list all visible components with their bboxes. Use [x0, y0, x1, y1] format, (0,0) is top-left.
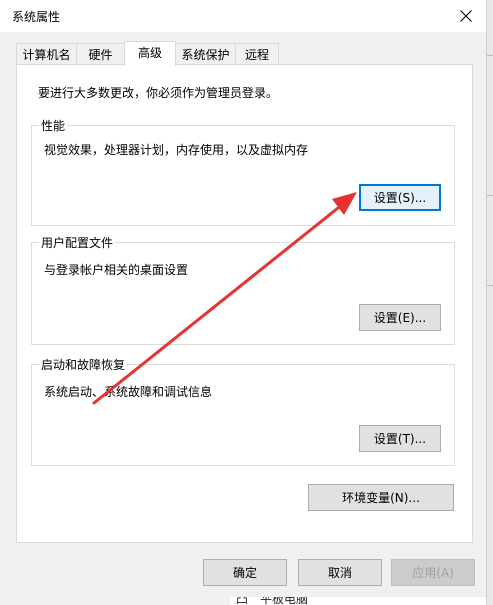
advanced-tab-panel: 要进行大多数更改，你必须作为管理员登录。 性能 视觉效果，处理器计划，内存使用，… — [16, 64, 473, 543]
background-divider — [486, 55, 493, 56]
background-divider — [486, 195, 493, 196]
startup-recovery-title: 启动和故障恢复 — [39, 356, 128, 373]
tab-remote[interactable]: 远程 — [235, 43, 279, 65]
ok-button[interactable]: 确定 — [203, 559, 287, 586]
environment-variables-button[interactable]: 环境变量(N)... — [308, 484, 454, 511]
user-profiles-settings-button[interactable]: 设置(E)... — [359, 304, 441, 331]
window-title: 系统属性 — [12, 10, 61, 24]
title-bar: 系统属性 — [0, 0, 486, 32]
startup-recovery-group: 启动和故障恢复 系统启动、系统故障和调试信息 设置(T)... — [31, 356, 455, 466]
performance-title: 性能 — [39, 117, 68, 134]
performance-description: 视觉效果，处理器计划，内存使用，以及虚拟内存 — [44, 143, 309, 157]
tab-advanced[interactable]: 高级 — [124, 41, 176, 66]
cancel-button[interactable]: 取消 — [298, 559, 382, 586]
tab-computer-name[interactable]: 计算机名 — [16, 43, 77, 65]
admin-notice: 要进行大多数更改，你必须作为管理员登录。 — [38, 86, 279, 100]
performance-settings-button[interactable]: 设置(S)... — [359, 184, 441, 211]
startup-recovery-description: 系统启动、系统故障和调试信息 — [44, 385, 213, 399]
tab-system-protection[interactable]: 系统保护 — [175, 43, 236, 65]
user-profiles-description: 与登录帐户相关的桌面设置 — [44, 263, 189, 277]
performance-group: 性能 视觉效果，处理器计划，内存使用，以及虚拟内存 设置(S)... — [31, 117, 455, 226]
background-item-label: 凸 平板电脑 — [236, 597, 309, 605]
tab-hardware[interactable]: 硬件 — [76, 43, 125, 65]
startup-recovery-settings-button[interactable]: 设置(T)... — [359, 425, 441, 452]
user-profiles-title: 用户配置文件 — [39, 234, 116, 251]
close-button[interactable] — [452, 3, 480, 29]
background-taskbar-item: 凸 平板电脑 — [230, 597, 486, 605]
user-profiles-group: 用户配置文件 与登录帐户相关的桌面设置 设置(E)... — [31, 234, 455, 345]
system-properties-dialog: 系统属性 计算机名 硬件 高级 系统保护 远程 要进行大多数更改，你必须作为管理… — [0, 0, 487, 605]
background-divider — [486, 285, 493, 286]
apply-button[interactable]: 应用(A) — [391, 559, 475, 586]
close-icon — [460, 10, 472, 22]
background-window-edge — [486, 0, 493, 605]
